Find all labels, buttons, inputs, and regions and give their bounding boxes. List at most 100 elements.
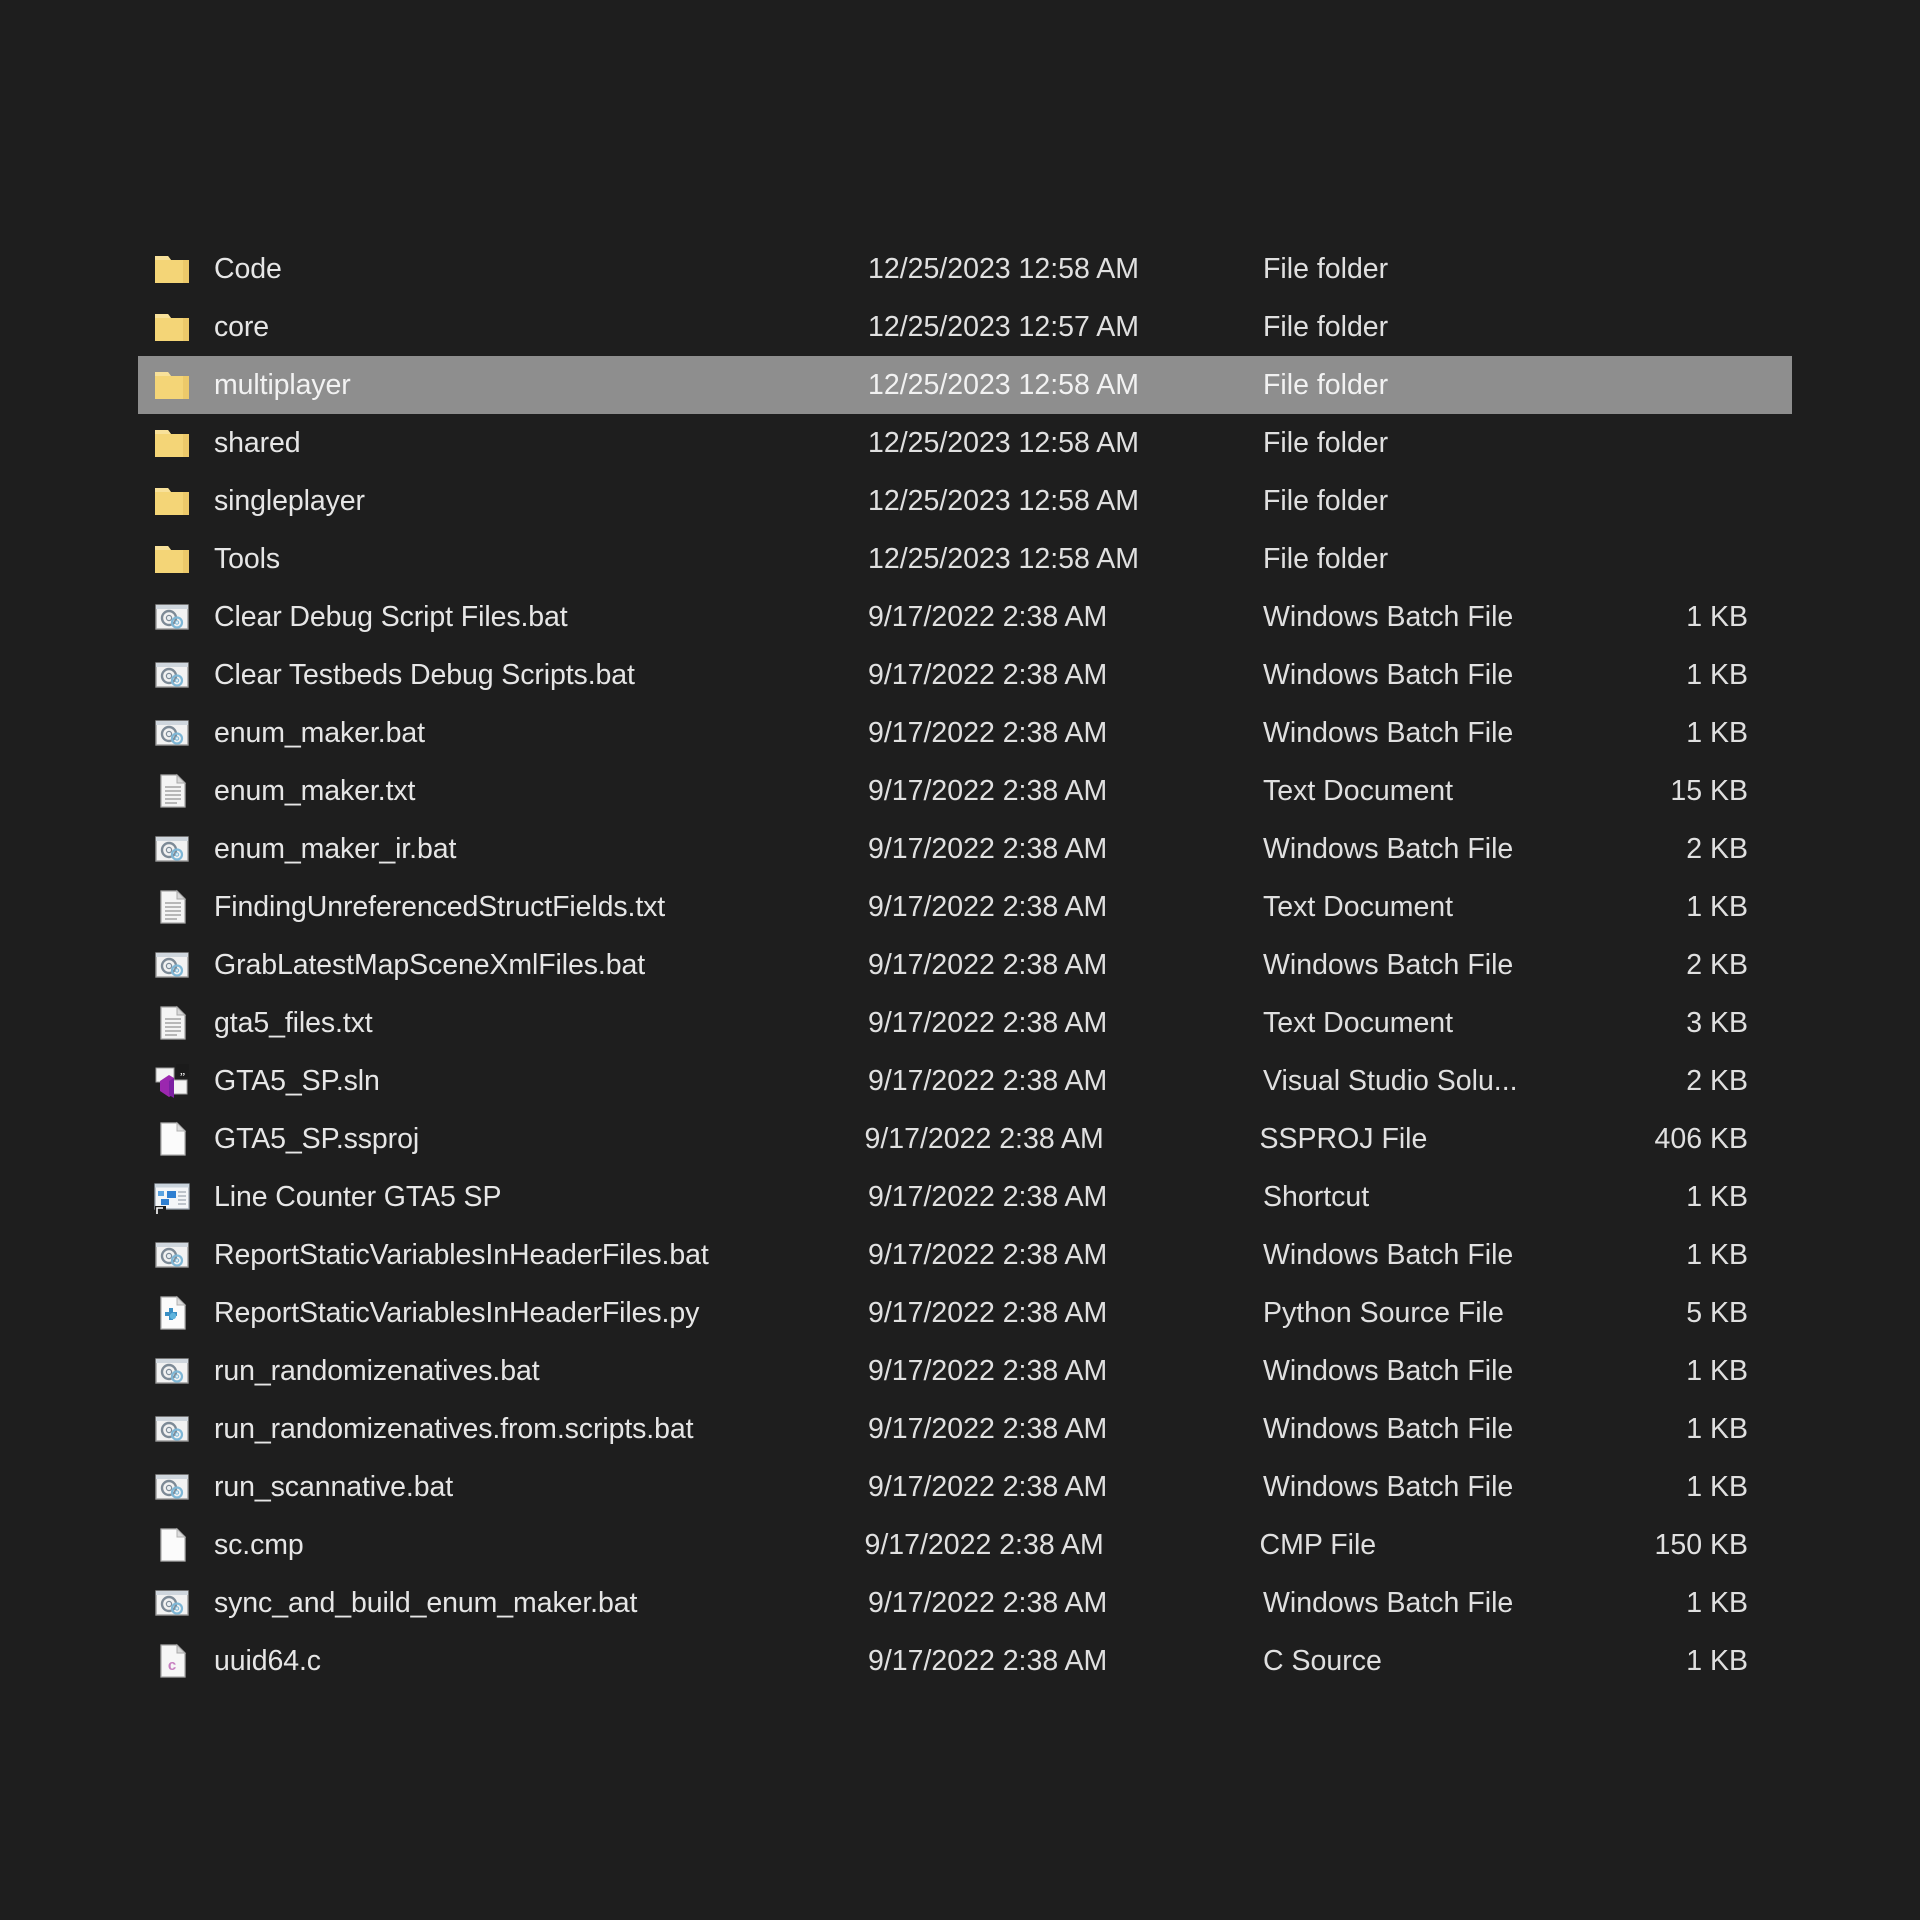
name-cell[interactable]: Line Counter GTA5 SP (138, 1178, 868, 1216)
batch-file-icon (153, 1410, 191, 1448)
file-row[interactable]: ReportStaticVariablesInHeaderFiles.bat 9/… (138, 1226, 1792, 1284)
file-name: ReportStaticVariablesInHeaderFiles.bat (214, 1238, 709, 1271)
file-type: File folder (1263, 426, 1389, 459)
file-row[interactable]: enum_maker.bat 9/17/2022 2:38 AM Windows B… (138, 704, 1792, 762)
type-cell: SSPROJ File (1260, 1123, 1655, 1156)
type-cell: Windows Batch File (1263, 1471, 1658, 1504)
size-cell: 2 KB (1658, 1065, 1792, 1098)
date-modified: 9/17/2022 2:38 AM (868, 1180, 1108, 1213)
file-list[interactable]: Code 12/25/2023 12:58 AM File folder core 12… (138, 240, 1792, 1690)
file-row[interactable]: „ GTA5_SP.sln 9/17/2022 2:38 AM Visual Stud… (138, 1052, 1792, 1110)
file-type: Windows Batch File (1263, 716, 1514, 749)
file-row[interactable]: GrabLatestMapSceneXmlFiles.bat 9/17/2022 … (138, 936, 1792, 994)
name-cell[interactable]: „ GTA5_SP.sln (138, 1062, 868, 1100)
name-cell[interactable]: Code (138, 250, 868, 288)
folder-icon (153, 308, 191, 346)
c-source-file-icon: c (153, 1642, 191, 1680)
file-type: Windows Batch File (1263, 1238, 1514, 1271)
name-cell[interactable]: Clear Debug Script Files.bat (138, 598, 868, 636)
size-cell: 1 KB (1658, 1471, 1792, 1504)
file-row-selected[interactable]: multiplayer 12/25/2023 12:58 AM File folde… (138, 356, 1792, 414)
type-cell: C Source (1263, 1645, 1658, 1678)
name-cell[interactable]: ReportStaticVariablesInHeaderFiles.bat (138, 1236, 868, 1274)
date-cell: 9/17/2022 2:38 AM (868, 833, 1263, 866)
size-cell: 1 KB (1658, 1239, 1792, 1272)
date-modified: 9/17/2022 2:38 AM (868, 1006, 1108, 1039)
file-row[interactable]: shared 12/25/2023 12:58 AM File folder (138, 414, 1792, 472)
size-cell: 1 KB (1658, 1181, 1792, 1214)
type-cell: Visual Studio Solu... (1263, 1065, 1658, 1098)
date-cell: 9/17/2022 2:38 AM (868, 891, 1263, 924)
file-row[interactable]: Clear Debug Script Files.bat 9/17/2022 2:… (138, 588, 1792, 646)
name-cell[interactable]: gta5_files.txt (138, 1004, 868, 1042)
name-cell[interactable]: enum_maker.bat (138, 714, 868, 752)
file-row[interactable]: GTA5_SP.ssproj 9/17/2022 2:38 AM SSPROJ Fi… (138, 1110, 1792, 1168)
date-modified: 9/17/2022 2:38 AM (868, 890, 1108, 923)
date-cell: 9/17/2022 2:38 AM (865, 1529, 1260, 1562)
file-size: 1 KB (1686, 1470, 1748, 1503)
file-size: 406 KB (1654, 1122, 1749, 1155)
folder-icon (153, 366, 191, 404)
file-size: 1 KB (1686, 1644, 1748, 1677)
date-modified: 9/17/2022 2:38 AM (868, 1354, 1108, 1387)
file-row[interactable]: gta5_files.txt 9/17/2022 2:38 AM Text Docu… (138, 994, 1792, 1052)
date-cell: 9/17/2022 2:38 AM (868, 1645, 1263, 1678)
file-name: GTA5_SP.sln (214, 1064, 380, 1097)
file-row[interactable]: c uuid64.c 9/17/2022 2:38 AM C Source 1 KB (138, 1632, 1792, 1690)
date-cell: 9/17/2022 2:38 AM (868, 1181, 1263, 1214)
date-modified: 12/25/2023 12:58 AM (868, 426, 1139, 459)
file-name: singleplayer (214, 484, 365, 517)
file-row[interactable]: Line Counter GTA5 SP 9/17/2022 2:38 AM Sho… (138, 1168, 1792, 1226)
name-cell[interactable]: enum_maker_ir.bat (138, 830, 868, 868)
name-cell[interactable]: run_randomizenatives.from.scripts.bat (138, 1410, 868, 1448)
name-cell[interactable]: Clear Testbeds Debug Scripts.bat (138, 656, 868, 694)
name-cell[interactable]: GTA5_SP.ssproj (138, 1120, 865, 1158)
file-row[interactable]: Code 12/25/2023 12:58 AM File folder (138, 240, 1792, 298)
batch-file-icon (153, 1468, 191, 1506)
svg-text:„: „ (180, 1063, 185, 1077)
file-row[interactable]: enum_maker_ir.bat 9/17/2022 2:38 AM Window… (138, 820, 1792, 878)
name-cell[interactable]: run_randomizenatives.bat (138, 1352, 868, 1390)
file-row[interactable]: Tools 12/25/2023 12:58 AM File folder (138, 530, 1792, 588)
file-row[interactable]: singleplayer 12/25/2023 12:58 AM File fold… (138, 472, 1792, 530)
name-cell[interactable]: Tools (138, 540, 868, 578)
file-name: shared (214, 426, 301, 459)
file-name: ReportStaticVariablesInHeaderFiles.py (214, 1296, 700, 1329)
name-cell[interactable]: GrabLatestMapSceneXmlFiles.bat (138, 946, 868, 984)
file-row[interactable]: core 12/25/2023 12:57 AM File folder (138, 298, 1792, 356)
file-type: Shortcut (1263, 1180, 1370, 1213)
name-cell[interactable]: singleplayer (138, 482, 868, 520)
date-modified: 9/17/2022 2:38 AM (868, 1238, 1108, 1271)
file-row[interactable]: run_randomizenatives.bat 9/17/2022 2:38 A… (138, 1342, 1792, 1400)
name-cell[interactable]: ReportStaticVariablesInHeaderFiles.py (138, 1294, 868, 1332)
type-cell: Windows Batch File (1263, 659, 1658, 692)
name-cell[interactable]: sync_and_build_enum_maker.bat (138, 1584, 868, 1622)
file-size: 150 KB (1654, 1528, 1749, 1561)
file-type: File folder (1263, 368, 1389, 401)
file-name: GTA5_SP.ssproj (214, 1122, 420, 1155)
file-row[interactable]: run_randomizenatives.from.scripts.bat 9/1… (138, 1400, 1792, 1458)
file-row[interactable]: sc.cmp 9/17/2022 2:38 AM CMP File 150 KB (138, 1516, 1792, 1574)
file-row[interactable]: sync_and_build_enum_maker.bat 9/17/2022 2… (138, 1574, 1792, 1632)
name-cell[interactable]: sc.cmp (138, 1526, 865, 1564)
size-cell: 1 KB (1658, 717, 1792, 750)
date-cell: 9/17/2022 2:38 AM (865, 1123, 1260, 1156)
name-cell[interactable]: c uuid64.c (138, 1642, 868, 1680)
file-row[interactable]: FindingUnreferencedStructFields.txt 9/17/… (138, 878, 1792, 936)
date-cell: 9/17/2022 2:38 AM (868, 717, 1263, 750)
name-cell[interactable]: core (138, 308, 868, 346)
file-row[interactable]: run_scannative.bat 9/17/2022 2:38 AM Windo… (138, 1458, 1792, 1516)
date-cell: 12/25/2023 12:58 AM (868, 253, 1263, 286)
name-cell[interactable]: run_scannative.bat (138, 1468, 868, 1506)
visual-studio-solution-icon: „ (153, 1062, 191, 1100)
file-type: File folder (1263, 252, 1389, 285)
file-row[interactable]: Clear Testbeds Debug Scripts.bat 9/17/202… (138, 646, 1792, 704)
file-row[interactable]: enum_maker.txt 9/17/2022 2:38 AM Text Docu… (138, 762, 1792, 820)
type-cell: File folder (1263, 369, 1658, 402)
name-cell[interactable]: enum_maker.txt (138, 772, 868, 810)
name-cell[interactable]: shared (138, 424, 868, 462)
file-type: File folder (1263, 484, 1389, 517)
name-cell[interactable]: multiplayer (138, 366, 868, 404)
file-row[interactable]: ReportStaticVariablesInHeaderFiles.py 9/1… (138, 1284, 1792, 1342)
name-cell[interactable]: FindingUnreferencedStructFields.txt (138, 888, 868, 926)
